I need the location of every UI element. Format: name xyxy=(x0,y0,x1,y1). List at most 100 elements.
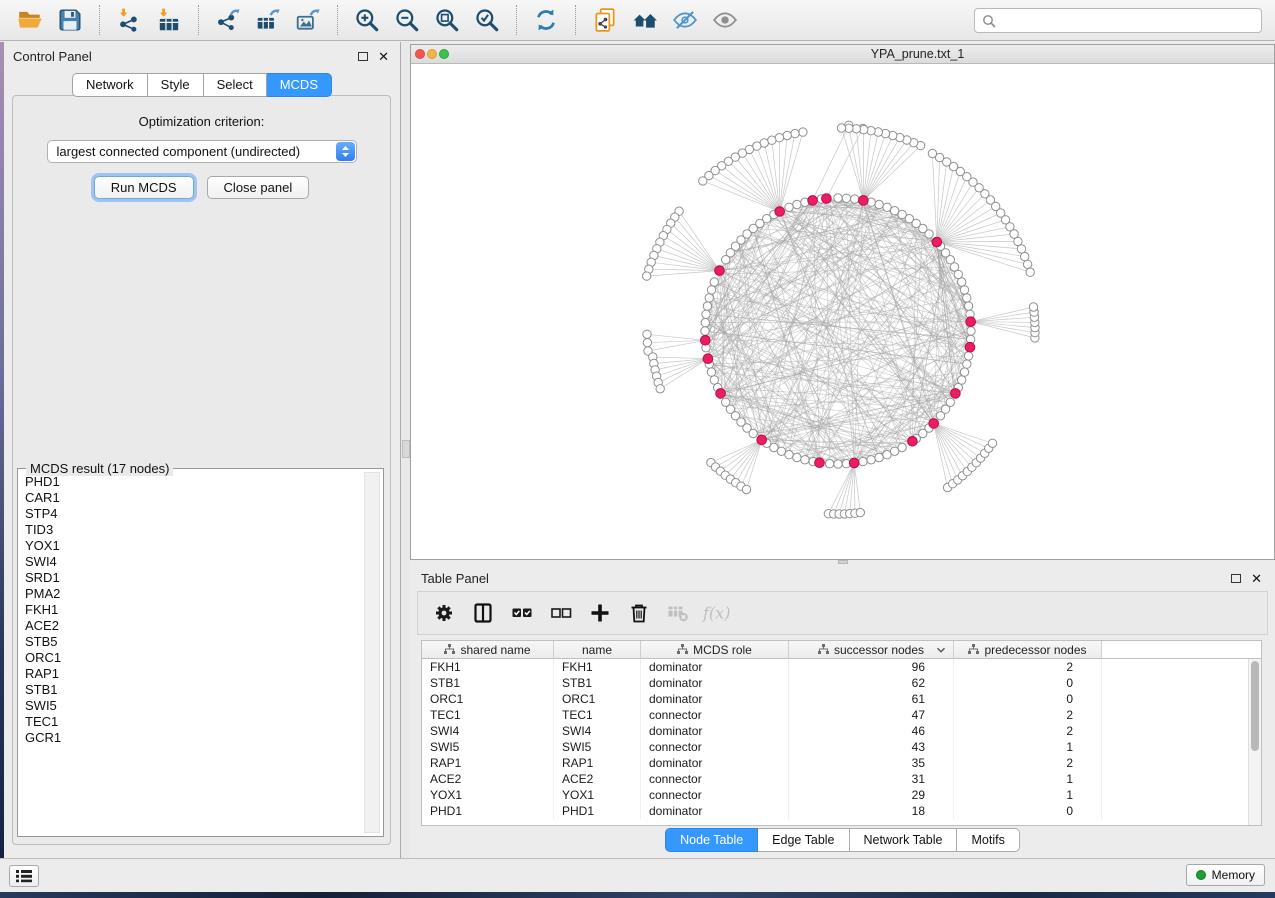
cell: dominator xyxy=(641,723,789,739)
criterion-value: largest connected component (undirected) xyxy=(57,144,301,159)
cell: 46 xyxy=(789,723,954,739)
table-row[interactable]: SWI4SWI4dominator462 xyxy=(422,723,1261,739)
select-all-rows-button[interactable] xyxy=(509,600,535,626)
network-from-document-button[interactable] xyxy=(587,3,623,37)
cell: connector xyxy=(641,739,789,755)
close-window-icon[interactable] xyxy=(415,49,425,59)
tab-network-table[interactable]: Network Table xyxy=(850,828,958,852)
memory-button[interactable]: Memory xyxy=(1186,864,1265,886)
save-session-button[interactable] xyxy=(52,3,88,37)
tab-motifs[interactable]: Motifs xyxy=(957,828,1019,852)
toolbar-separator xyxy=(99,5,100,35)
zoom-selected-icon xyxy=(474,7,500,33)
minimize-window-icon[interactable] xyxy=(427,49,437,59)
open-session-button[interactable] xyxy=(12,3,48,37)
tab-network[interactable]: Network xyxy=(72,73,148,97)
first-neighbors-button[interactable] xyxy=(627,3,663,37)
result-scrollbar[interactable] xyxy=(364,472,380,833)
result-node-item[interactable]: RAP1 xyxy=(25,666,357,682)
delete-column-button[interactable] xyxy=(626,600,652,626)
tab-node-table[interactable]: Node Table xyxy=(665,828,758,852)
table-panel-title: Table Panel xyxy=(421,571,489,586)
result-node-item[interactable]: PMA2 xyxy=(25,586,357,602)
column-header-predecessor-nodes[interactable]: predecessor nodes xyxy=(954,641,1102,659)
result-node-item[interactable]: FKH1 xyxy=(25,602,357,618)
close-panel-icon[interactable]: ✕ xyxy=(378,51,389,62)
search-input[interactable] xyxy=(1001,12,1254,29)
table-row[interactable]: PHD1PHD1dominator180 xyxy=(422,803,1261,819)
column-header-successor-nodes[interactable]: successor nodes xyxy=(789,641,954,659)
run-mcds-button[interactable]: Run MCDS xyxy=(94,176,194,199)
export-table-button[interactable] xyxy=(250,3,286,37)
import-network-button[interactable] xyxy=(111,3,147,37)
control-panel-tabs: NetworkStyleSelectMCDS xyxy=(4,73,400,97)
result-node-item[interactable]: GCR1 xyxy=(25,730,357,746)
close-panel-icon[interactable]: ✕ xyxy=(1251,573,1262,584)
task-history-button[interactable] xyxy=(9,865,39,887)
cell: 0 xyxy=(954,691,1102,707)
mcds-result-list: PHD1CAR1STP4TID3YOX1SWI4SRD1PMA2FKH1ACE2… xyxy=(25,474,357,831)
result-node-item[interactable]: TID3 xyxy=(25,522,357,538)
deselect-all-rows-button[interactable] xyxy=(548,600,574,626)
network-graph-svg[interactable] xyxy=(411,64,1274,559)
column-header-shared-name[interactable]: shared name xyxy=(422,641,554,659)
tab-style[interactable]: Style xyxy=(148,73,204,97)
export-network-button[interactable] xyxy=(210,3,246,37)
tab-edge-table[interactable]: Edge Table xyxy=(758,828,849,852)
close-panel-button[interactable]: Close panel xyxy=(207,176,310,199)
float-window-icon[interactable] xyxy=(1231,574,1241,583)
save-session-icon xyxy=(57,7,83,33)
result-node-item[interactable]: YOX1 xyxy=(25,538,357,554)
result-node-item[interactable]: TEC1 xyxy=(25,714,357,730)
column-header-MCDS-role[interactable]: MCDS role xyxy=(641,641,789,659)
result-node-item[interactable]: STB5 xyxy=(25,634,357,650)
search-box[interactable] xyxy=(974,8,1262,33)
zoom-selected-button[interactable] xyxy=(469,3,505,37)
import-table-button[interactable] xyxy=(151,3,187,37)
add-column-button[interactable] xyxy=(587,600,613,626)
table-row[interactable]: STB1STB1dominator620 xyxy=(422,675,1261,691)
result-node-item[interactable]: SWI5 xyxy=(25,698,357,714)
hide-graphics-details-button[interactable] xyxy=(667,3,703,37)
scrollbar-thumb[interactable] xyxy=(1251,661,1259,751)
criterion-dropdown[interactable]: largest connected component (undirected) xyxy=(47,140,357,163)
result-node-item[interactable]: ORC1 xyxy=(25,650,357,666)
float-window-icon[interactable] xyxy=(358,52,368,61)
toolbar-separator xyxy=(575,5,576,35)
result-node-item[interactable]: CAR1 xyxy=(25,490,357,506)
show-columns-button[interactable] xyxy=(470,600,496,626)
zoom-fit-button[interactable] xyxy=(429,3,465,37)
result-node-item[interactable]: SRD1 xyxy=(25,570,357,586)
column-header-name[interactable]: name xyxy=(554,641,641,659)
cell: STB1 xyxy=(422,675,554,691)
table-row[interactable]: ORC1ORC1dominator610 xyxy=(422,691,1261,707)
table-row[interactable]: RAP1RAP1dominator352 xyxy=(422,755,1261,771)
zoom-in-button[interactable] xyxy=(349,3,385,37)
refresh-button[interactable] xyxy=(528,3,564,37)
vertical-splitter[interactable] xyxy=(401,42,410,858)
tab-select[interactable]: Select xyxy=(204,73,267,97)
network-canvas[interactable] xyxy=(411,64,1274,559)
result-node-item[interactable]: STB1 xyxy=(25,682,357,698)
show-graphics-details-button[interactable] xyxy=(707,3,743,37)
table-row[interactable]: SWI5SWI5connector431 xyxy=(422,739,1261,755)
table-row[interactable]: YOX1YOX1connector291 xyxy=(422,787,1261,803)
result-node-item[interactable]: ACE2 xyxy=(25,618,357,634)
table-row[interactable]: TEC1TEC1connector472 xyxy=(422,707,1261,723)
cell: TEC1 xyxy=(554,707,641,723)
maximize-window-icon[interactable] xyxy=(439,49,449,59)
cell: 1 xyxy=(954,739,1102,755)
table-row[interactable]: ACE2ACE2connector311 xyxy=(422,771,1261,787)
zoom-out-button[interactable] xyxy=(389,3,425,37)
result-node-item[interactable]: PHD1 xyxy=(25,474,357,490)
status-bar: Memory xyxy=(0,858,1275,892)
table-scrollbar[interactable] xyxy=(1248,659,1261,825)
result-node-item[interactable]: STP4 xyxy=(25,506,357,522)
export-image-button[interactable] xyxy=(290,3,326,37)
table-settings-button[interactable] xyxy=(431,600,457,626)
table-row[interactable]: FKH1FKH1dominator962 xyxy=(422,659,1261,675)
tab-mcds[interactable]: MCDS xyxy=(267,73,332,97)
splitter-handle[interactable] xyxy=(402,440,410,458)
network-window-titlebar[interactable]: YPA_prune.txt_1 xyxy=(411,45,1274,64)
result-node-item[interactable]: SWI4 xyxy=(25,554,357,570)
